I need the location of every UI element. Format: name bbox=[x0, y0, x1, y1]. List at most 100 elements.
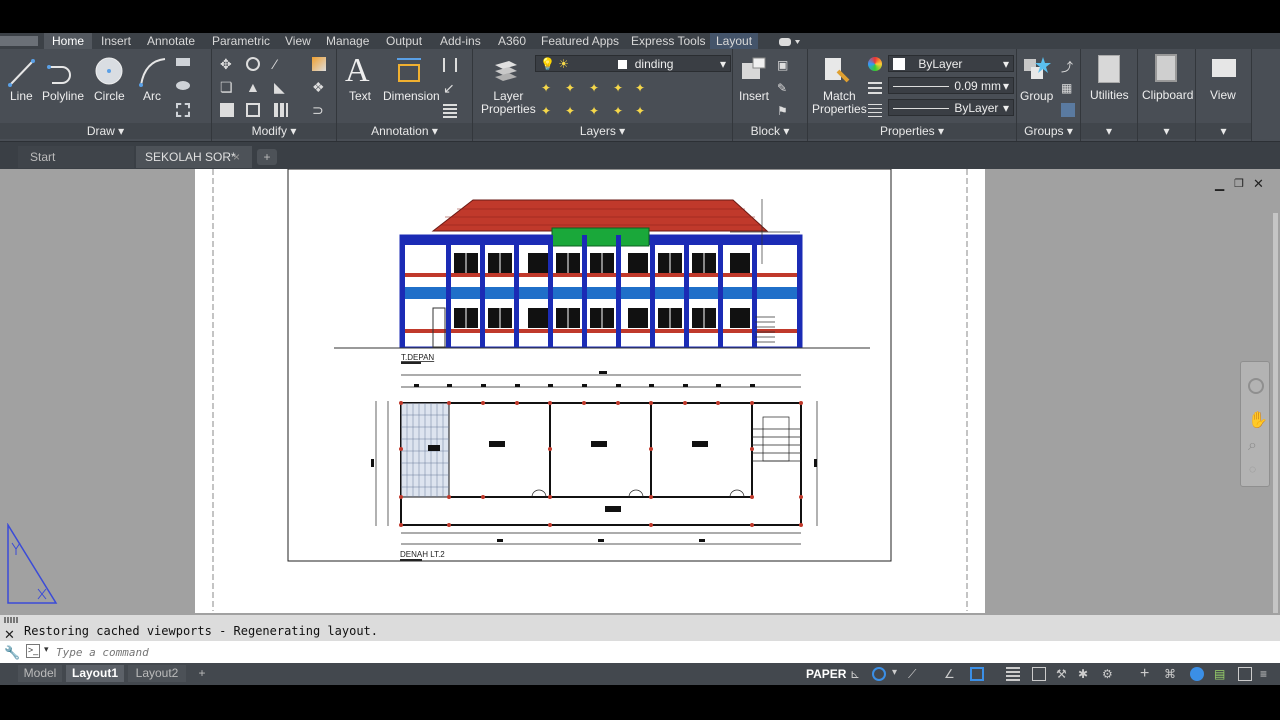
ribbon-toggle-icon[interactable] bbox=[778, 36, 802, 46]
workspace-gear-icon[interactable]: ⚙ bbox=[1102, 667, 1116, 681]
linetype-dropdown[interactable]: ByLayer ▾ bbox=[888, 99, 1014, 116]
rotate-icon[interactable] bbox=[246, 57, 260, 71]
copy-icon[interactable]: ❏ bbox=[220, 80, 234, 94]
layout2-tab[interactable]: Layout2 bbox=[128, 665, 186, 682]
snap-icon[interactable] bbox=[872, 667, 886, 681]
new-tab-button[interactable]: + bbox=[257, 149, 277, 165]
polar-icon[interactable]: ∠ bbox=[944, 667, 958, 681]
app-menu-button[interactable] bbox=[0, 36, 38, 46]
view-button[interactable]: View bbox=[1210, 89, 1236, 102]
ungroup-icon[interactable]: ⤴ bbox=[1061, 58, 1075, 74]
layer-properties-icon[interactable] bbox=[491, 55, 521, 85]
minimize-viewport-icon[interactable]: ▁ bbox=[1215, 177, 1224, 191]
polyline-icon[interactable] bbox=[46, 55, 78, 89]
tab-a360[interactable]: A360 bbox=[498, 33, 526, 49]
lineweight-icon[interactable] bbox=[868, 80, 882, 94]
rectangle-icon[interactable] bbox=[176, 58, 190, 66]
groups-panel-title[interactable]: Groups ▾ bbox=[1017, 123, 1080, 139]
properties-panel-title[interactable]: Properties ▾ bbox=[808, 123, 1016, 139]
annotation-visibility-icon[interactable]: ✱ bbox=[1078, 667, 1092, 681]
layer-properties-button[interactable]: Layer Properties bbox=[481, 90, 536, 116]
group-button[interactable]: Group bbox=[1020, 90, 1053, 103]
utilities-expand-icon[interactable]: ▾ bbox=[1081, 123, 1137, 139]
snap-dropdown-icon[interactable]: ▾ bbox=[892, 667, 906, 681]
customization-menu-icon[interactable]: ≡ bbox=[1260, 667, 1274, 681]
text-button[interactable]: Text bbox=[349, 90, 371, 103]
dimension-button[interactable]: Dimension bbox=[383, 90, 440, 103]
clean-screen-icon[interactable] bbox=[1238, 667, 1252, 681]
circle-button[interactable]: Circle bbox=[94, 90, 125, 103]
layer-tool-6-icon[interactable]: ✦ bbox=[541, 104, 555, 118]
scale-icon[interactable] bbox=[246, 103, 260, 117]
tab-parametric[interactable]: Parametric bbox=[212, 33, 270, 49]
ortho-icon[interactable]: ⟋ bbox=[908, 667, 922, 681]
arc-button[interactable]: Arc bbox=[143, 90, 161, 103]
linear-dim-icon[interactable] bbox=[443, 58, 457, 72]
tab-express-tools[interactable]: Express Tools bbox=[631, 33, 705, 49]
fillet-icon[interactable]: ◣ bbox=[274, 80, 288, 94]
tab-home[interactable]: Home bbox=[44, 33, 93, 49]
layer-tool-2-icon[interactable]: ✦ bbox=[565, 81, 579, 95]
tab-output[interactable]: Output bbox=[386, 33, 422, 49]
lineweight-toggle-icon[interactable] bbox=[1006, 667, 1020, 681]
layout1-tab[interactable]: Layout1 bbox=[66, 665, 124, 682]
plus-icon[interactable]: + bbox=[1140, 666, 1154, 682]
steering-wheel-icon[interactable] bbox=[1248, 378, 1264, 394]
clipboard-button[interactable]: Clipboard bbox=[1142, 89, 1193, 102]
recent-commands-icon[interactable]: >_ bbox=[26, 644, 40, 658]
block-attribute-icon[interactable]: ⚑ bbox=[777, 104, 791, 118]
units-icon[interactable]: ⌘ bbox=[1164, 667, 1178, 681]
lineweight-dropdown[interactable]: 0.09 mm ▾ bbox=[888, 77, 1014, 94]
move-icon[interactable]: ✥ bbox=[220, 57, 234, 71]
layers-panel-title[interactable]: Layers ▾ bbox=[473, 123, 732, 139]
drawing-canvas[interactable]: T.DEPAN DENAH LT.2 ▁ ❐ ✕ ✋ ⌕ ◌ bbox=[0, 168, 1280, 615]
tab-featured-apps[interactable]: Featured Apps bbox=[541, 33, 619, 49]
tab-layout[interactable]: Layout bbox=[710, 33, 759, 49]
ellipse-icon[interactable] bbox=[176, 81, 190, 90]
orbit-icon[interactable]: ◌ bbox=[1249, 462, 1256, 476]
chevron-down-icon[interactable]: ▾ bbox=[44, 644, 49, 655]
clipboard-icon[interactable] bbox=[1155, 54, 1177, 82]
isolate-objects-icon[interactable] bbox=[1190, 667, 1204, 681]
create-block-icon[interactable]: ▣ bbox=[777, 58, 791, 72]
line-icon[interactable] bbox=[6, 55, 36, 89]
group-edit-icon[interactable]: ▦ bbox=[1061, 81, 1075, 95]
color-wheel-icon[interactable] bbox=[868, 57, 882, 71]
customize-wrench-icon[interactable]: 🔧 bbox=[4, 645, 20, 661]
layer-tool-7-icon[interactable]: ✦ bbox=[565, 104, 579, 118]
text-icon[interactable]: A bbox=[345, 53, 370, 89]
layer-tool-1-icon[interactable]: ✦ bbox=[541, 81, 555, 95]
layer-tool-9-icon[interactable]: ✦ bbox=[613, 104, 627, 118]
model-tab[interactable]: Model bbox=[18, 665, 62, 682]
new-layout-button[interactable]: + bbox=[192, 665, 212, 682]
trim-icon[interactable]: ⁄ bbox=[274, 57, 288, 71]
view-expand-icon[interactable]: ▾ bbox=[1196, 123, 1251, 139]
layer-tool-4-icon[interactable]: ✦ bbox=[613, 81, 627, 95]
tab-insert[interactable]: Insert bbox=[101, 33, 131, 49]
explode-icon[interactable]: ❖ bbox=[312, 80, 326, 94]
start-tab[interactable]: Start bbox=[18, 146, 134, 168]
utilities-button[interactable]: Utilities bbox=[1090, 89, 1129, 102]
grip-icon[interactable] bbox=[4, 617, 18, 623]
array-icon[interactable] bbox=[274, 103, 288, 117]
command-input[interactable] bbox=[54, 643, 1258, 661]
offset-icon[interactable]: ⊃ bbox=[312, 103, 326, 117]
tab-addins[interactable]: Add-ins bbox=[440, 33, 481, 49]
calculator-icon[interactable] bbox=[1098, 55, 1120, 83]
draw-panel-title[interactable]: Draw ▾ bbox=[0, 123, 211, 139]
group-selection-icon[interactable] bbox=[1061, 103, 1075, 117]
edit-block-icon[interactable]: ✎ bbox=[777, 81, 791, 95]
table-icon[interactable] bbox=[443, 104, 457, 118]
dimension-icon[interactable] bbox=[395, 55, 423, 85]
clipboard-expand-icon[interactable]: ▾ bbox=[1138, 123, 1195, 139]
mirror-icon[interactable]: ▲ bbox=[246, 80, 260, 94]
drawing-tab[interactable]: SEKOLAH SOR* × bbox=[136, 146, 252, 168]
layer-tool-3-icon[interactable]: ✦ bbox=[589, 81, 603, 95]
tab-annotate[interactable]: Annotate bbox=[147, 33, 195, 49]
stretch-icon[interactable] bbox=[220, 103, 234, 117]
zoom-icon[interactable]: ⌕ bbox=[1248, 437, 1257, 455]
close-viewport-icon[interactable]: ✕ bbox=[1253, 176, 1264, 192]
tab-view[interactable]: View bbox=[285, 33, 311, 49]
polyline-button[interactable]: Polyline bbox=[42, 90, 84, 103]
modify-panel-title[interactable]: Modify ▾ bbox=[212, 123, 336, 139]
